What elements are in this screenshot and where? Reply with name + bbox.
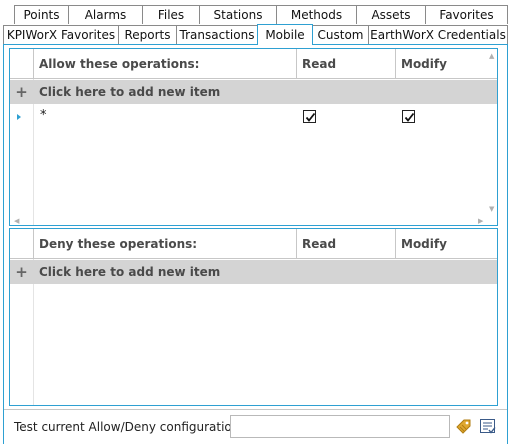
- deny-grid-header: Deny these operations: Read Modify: [10, 229, 497, 259]
- scroll-right-arrow-icon[interactable]: ▶: [478, 218, 483, 225]
- deny-modify-column-header[interactable]: Modify: [395, 229, 487, 259]
- tab-reports[interactable]: Reports: [118, 25, 177, 44]
- test-configuration-bar: Test current Allow/Deny configuration:: [4, 409, 507, 444]
- deny-operations-grid: Deny these operations: Read Modify + Cli…: [9, 228, 498, 406]
- tab-alarms[interactable]: Alarms: [68, 5, 143, 24]
- table-row[interactable]: *: [10, 105, 497, 129]
- allow-read-column-header[interactable]: Read: [296, 49, 395, 79]
- plus-icon: +: [15, 83, 28, 101]
- tab-kpiworx-favorites[interactable]: KPIWorX Favorites: [3, 25, 119, 44]
- test-configuration-input[interactable]: [230, 415, 450, 438]
- tab-transactions[interactable]: Transactions: [176, 25, 258, 44]
- deny-operations-column-header[interactable]: Deny these operations:: [33, 229, 297, 259]
- deny-add-new-item-row[interactable]: + Click here to add new item: [10, 260, 497, 284]
- tab-earthworx-credentials[interactable]: EarthWorX Credentials: [368, 25, 508, 44]
- tab-assets[interactable]: Assets: [356, 5, 426, 24]
- read-checkbox[interactable]: [303, 110, 316, 123]
- tab-content-panel: Allow these operations: Read Modify + Cl…: [3, 44, 508, 444]
- operation-cell[interactable]: *: [40, 108, 47, 123]
- current-row-indicator-icon: [17, 114, 21, 120]
- allow-operations-grid: Allow these operations: Read Modify + Cl…: [9, 48, 498, 226]
- deny-add-new-item-label: Click here to add new item: [39, 265, 221, 279]
- scroll-up-arrow-icon[interactable]: ▲: [489, 53, 494, 60]
- checklist-icon[interactable]: [479, 418, 497, 436]
- allow-operations-column-header[interactable]: Allow these operations:: [33, 49, 297, 79]
- tag-icon[interactable]: [455, 418, 473, 436]
- scroll-down-arrow-icon[interactable]: ▼: [489, 206, 494, 213]
- tab-mobile[interactable]: Mobile: [257, 24, 313, 45]
- tab-stations[interactable]: Stations: [199, 5, 277, 24]
- tab-custom[interactable]: Custom: [312, 25, 369, 44]
- plus-icon: +: [15, 263, 28, 281]
- allow-add-new-item-label: Click here to add new item: [39, 85, 221, 99]
- allow-modify-column-header[interactable]: Modify: [395, 49, 487, 79]
- scroll-left-arrow-icon[interactable]: ◀: [14, 218, 19, 225]
- tab-methods[interactable]: Methods: [276, 5, 357, 24]
- tab-favorites[interactable]: Favorites: [425, 5, 508, 24]
- deny-read-column-header[interactable]: Read: [296, 229, 395, 259]
- allow-grid-header: Allow these operations: Read Modify: [10, 49, 497, 79]
- tab-files[interactable]: Files: [142, 5, 200, 24]
- modify-checkbox[interactable]: [402, 110, 415, 123]
- test-configuration-label: Test current Allow/Deny configuration:: [14, 420, 244, 434]
- tab-points[interactable]: Points: [14, 5, 69, 24]
- allow-add-new-item-row[interactable]: + Click here to add new item: [10, 80, 497, 104]
